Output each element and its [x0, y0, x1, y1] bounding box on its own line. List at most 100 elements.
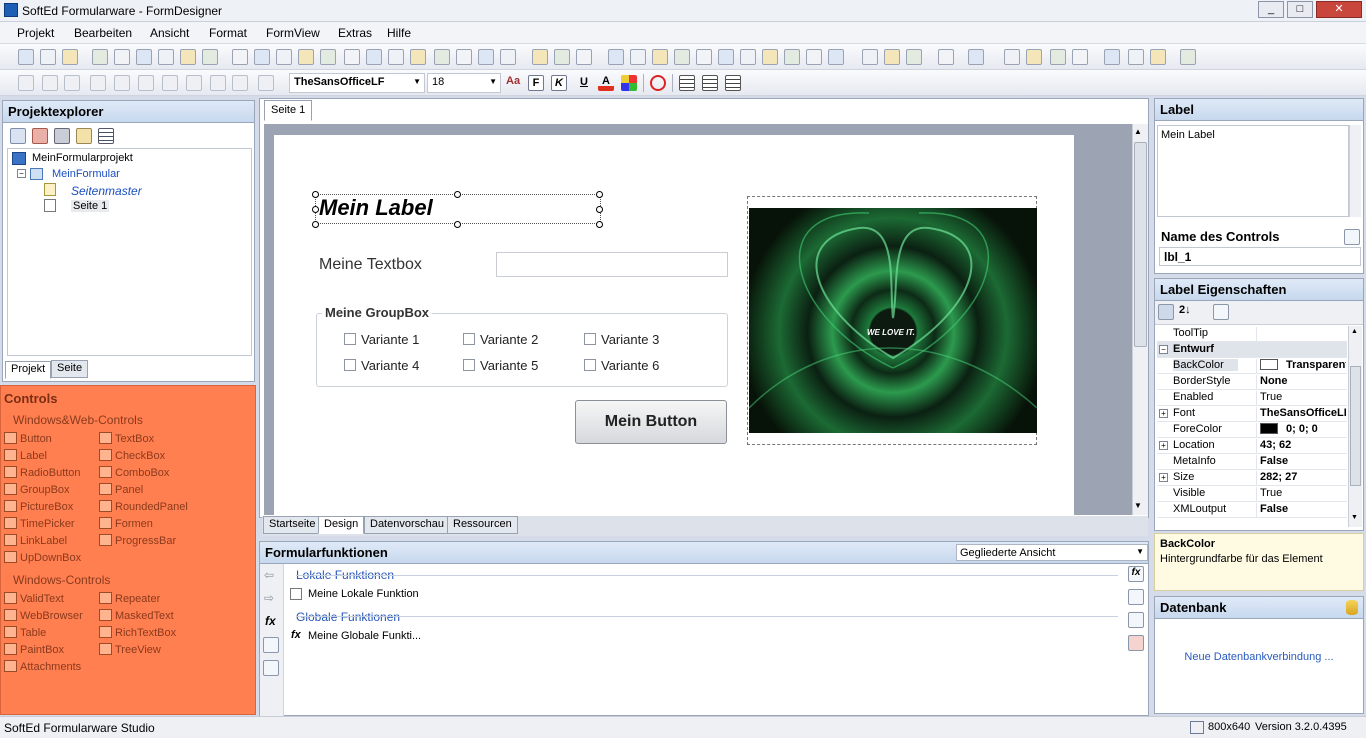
expand-icon[interactable]: +: [1159, 441, 1168, 450]
expand-icon[interactable]: +: [1159, 473, 1168, 482]
control-button[interactable]: Button: [4, 432, 52, 445]
control-richtextbox[interactable]: RichTextBox: [99, 626, 176, 639]
edit-function-icon[interactable]: [263, 637, 279, 653]
tree-item-page[interactable]: Seite 1: [71, 200, 110, 212]
control-timepicker[interactable]: TimePicker: [4, 517, 75, 530]
center-h-icon[interactable]: [366, 49, 382, 65]
same-height-icon[interactable]: [180, 49, 196, 65]
tree-item-master[interactable]: Seitenmaster: [71, 184, 142, 198]
control-table[interactable]: Table: [4, 626, 46, 639]
menu-projekt[interactable]: Projekt: [17, 26, 54, 40]
control-panel[interactable]: Panel: [99, 483, 143, 496]
group-icon[interactable]: [456, 49, 472, 65]
picturebox-frame[interactable]: WE LOVE IT.: [747, 196, 1037, 445]
property-row-backcolor[interactable]: BackColor Transparent: [1157, 358, 1347, 374]
align-middle-icon[interactable]: [114, 49, 130, 65]
line-icon[interactable]: [18, 75, 34, 91]
arrow-down-icon[interactable]: [162, 75, 178, 91]
align-right-icon[interactable]: [725, 75, 741, 91]
form-page[interactable]: Mein Label Meine Textbox Meine GroupBox …: [274, 135, 1074, 515]
property-row-location[interactable]: + Location 43; 62: [1157, 438, 1347, 454]
property-row-tooltip[interactable]: ToolTip: [1157, 326, 1347, 342]
script-icon[interactable]: [718, 49, 734, 65]
control-radiobutton[interactable]: RadioButton: [4, 466, 81, 479]
checkbox-variante-6[interactable]: Variante 6: [584, 358, 659, 373]
control-textbox[interactable]: TextBox: [99, 432, 154, 445]
property-row-font[interactable]: + Font TheSansOfficeLF: [1157, 406, 1347, 422]
control-paintbox[interactable]: PaintBox: [4, 643, 64, 656]
menu-bearbeiten[interactable]: Bearbeiten: [74, 26, 132, 40]
spacing-h-dec-icon[interactable]: [276, 49, 292, 65]
new-file-icon[interactable]: [762, 49, 778, 65]
list-icon[interactable]: [98, 128, 114, 144]
run-icon[interactable]: [1004, 49, 1020, 65]
center-v-icon[interactable]: [388, 49, 404, 65]
diag-line-icon[interactable]: [42, 75, 58, 91]
menu-formview[interactable]: FormView: [266, 26, 320, 40]
extra-icon-4[interactable]: [1180, 49, 1196, 65]
property-pages-icon[interactable]: [1213, 304, 1229, 320]
control-progressbar[interactable]: ProgressBar: [99, 534, 176, 547]
export-icon[interactable]: [630, 49, 646, 65]
font-name-combo[interactable]: TheSansOfficeLF ▼: [289, 73, 425, 93]
spacing-v-icon[interactable]: [298, 49, 314, 65]
spacing-h-icon[interactable]: [232, 49, 248, 65]
lock-icon[interactable]: [478, 49, 494, 65]
form-textbox[interactable]: [496, 252, 728, 277]
new-database-connection-link[interactable]: Neue Datenbankverbindung ...: [1155, 651, 1363, 663]
redo-icon[interactable]: [862, 49, 878, 65]
control-formen[interactable]: Formen: [99, 517, 153, 530]
property-row-borderstyle[interactable]: BorderStyle None: [1157, 374, 1347, 390]
clear-icon[interactable]: [968, 49, 984, 65]
property-row-enabled[interactable]: Enabled True: [1157, 390, 1347, 406]
stop-icon[interactable]: [1026, 49, 1042, 65]
checkbox-variante-1[interactable]: Variante 1: [344, 332, 419, 347]
properties-icon[interactable]: [76, 128, 92, 144]
control-maskedtext[interactable]: MaskedText: [99, 609, 174, 622]
property-row-visible[interactable]: Visible True: [1157, 486, 1347, 502]
extra-icon-3[interactable]: [1150, 49, 1166, 65]
align-bottom-icon[interactable]: [136, 49, 152, 65]
underline-button[interactable]: U: [576, 75, 592, 91]
control-name-field[interactable]: lbl_1: [1159, 247, 1361, 266]
property-row-entwurf[interactable]: − Entwurf: [1157, 342, 1347, 358]
delete-icon[interactable]: [32, 128, 48, 144]
resize-handle[interactable]: [312, 206, 319, 213]
add-function-icon[interactable]: fx: [1128, 566, 1144, 582]
control-webbrowser[interactable]: WebBrowser: [4, 609, 83, 622]
spacing-h-inc-icon[interactable]: [254, 49, 270, 65]
grow-font-icon[interactable]: Aa: [506, 75, 522, 91]
global-function-item[interactable]: Meine Globale Funkti...: [308, 630, 421, 642]
property-row-forecolor[interactable]: ForeColor 0; 0; 0: [1157, 422, 1347, 438]
tree-item-form[interactable]: MeinFormular: [52, 168, 120, 180]
align-right-icon[interactable]: [62, 49, 78, 65]
edit-icon[interactable]: [1128, 589, 1144, 605]
scrollbar-thumb[interactable]: [1134, 142, 1147, 347]
resize-handle[interactable]: [454, 191, 461, 198]
form-label[interactable]: Mein Label: [319, 195, 433, 221]
arrow-right-icon[interactable]: [138, 75, 154, 91]
collapse-icon[interactable]: −: [17, 169, 26, 178]
expand-icon[interactable]: +: [1159, 409, 1168, 418]
minimize-button[interactable]: _: [1258, 1, 1284, 18]
categorized-icon[interactable]: [1158, 304, 1174, 320]
resize-handle[interactable]: [312, 191, 319, 198]
image-icon[interactable]: [674, 49, 690, 65]
control-linklabel[interactable]: LinkLabel: [4, 534, 67, 547]
control-repeater[interactable]: Repeater: [99, 592, 160, 605]
tab-seite-1[interactable]: Seite 1: [264, 100, 313, 121]
extra-icon-2[interactable]: [1128, 49, 1144, 65]
resize-handle[interactable]: [312, 221, 319, 228]
fill-icon[interactable]: [258, 75, 274, 91]
formula-icon[interactable]: [576, 49, 592, 65]
copy-name-icon[interactable]: [1344, 229, 1360, 245]
menu-hilfe[interactable]: Hilfe: [387, 26, 411, 40]
undo-icon[interactable]: [828, 49, 844, 65]
checkbox-variante-4[interactable]: Variante 4: [344, 358, 419, 373]
tab-ressourcen[interactable]: Ressourcen: [447, 516, 518, 534]
spacing-v-inc-icon[interactable]: [320, 49, 336, 65]
resize-handle[interactable]: [596, 221, 603, 228]
spacing-v-dec-icon[interactable]: [344, 49, 360, 65]
save-icon[interactable]: [806, 49, 822, 65]
function-icon[interactable]: [554, 49, 570, 65]
